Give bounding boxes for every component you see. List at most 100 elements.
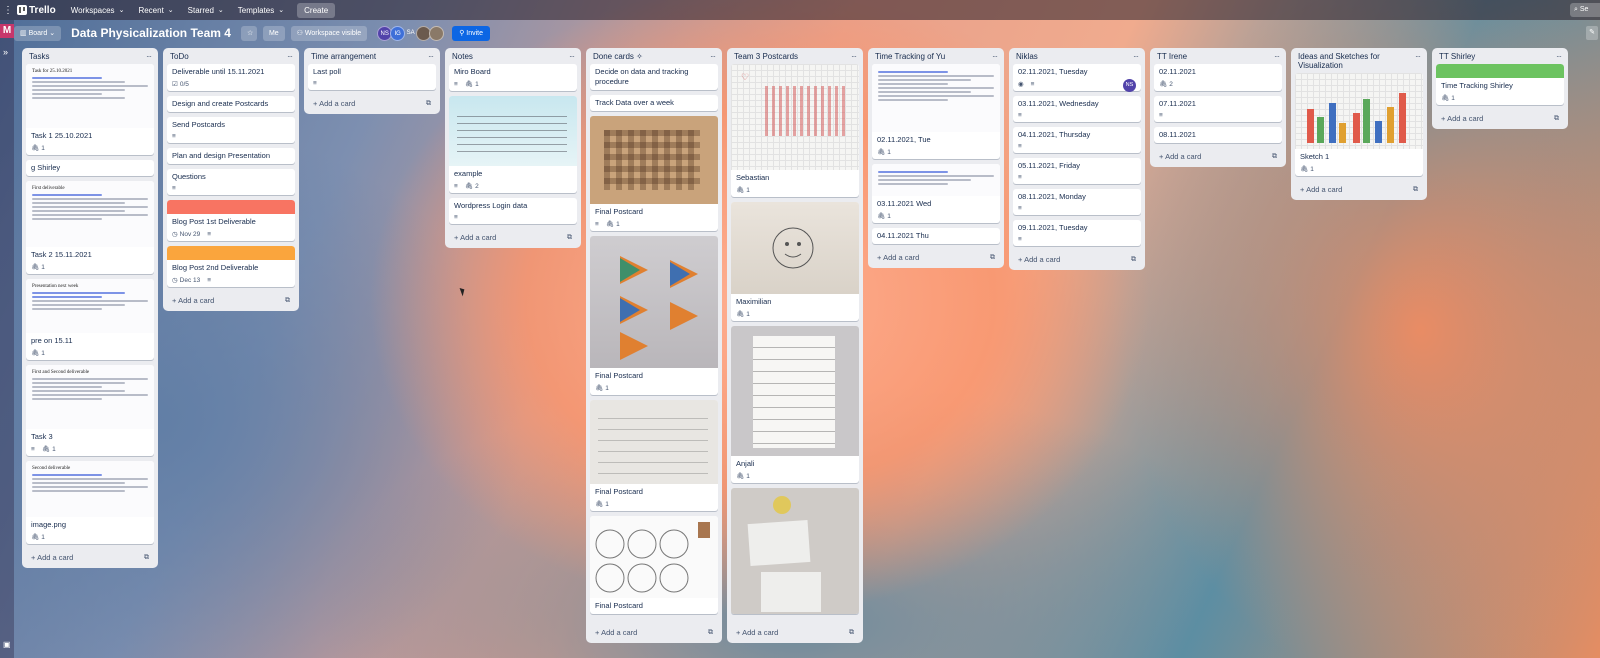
list-title[interactable]: Tasks: [29, 52, 49, 61]
avatar[interactable]: NS: [1123, 79, 1136, 92]
list-item[interactable]: Miro Board ≡ 🖇 1: [449, 64, 577, 91]
list-header[interactable]: Notes ···: [449, 48, 577, 64]
list-item[interactable]: 03.11.2021 Wed 🖇 1: [872, 164, 1000, 223]
add-card-button[interactable]: + Add a card ⧉: [449, 229, 577, 244]
card-template-icon[interactable]: ⧉: [1554, 115, 1559, 123]
visibility-button[interactable]: ⚇ Workspace visible: [290, 25, 368, 41]
list-menu-icon[interactable]: ···: [287, 52, 293, 61]
list-item[interactable]: 08.11.2021, Monday ≡: [1013, 189, 1141, 215]
list-item[interactable]: First and Second deliverable Task 3 ≡ 🖇 1: [26, 365, 154, 456]
list-item[interactable]: Blog Post 2nd Deliverable ◷ Dec 13 ≡: [167, 246, 295, 287]
list-header[interactable]: ToDo ···: [167, 48, 295, 64]
list-item[interactable]: Maximilian 🖇 1: [731, 202, 859, 321]
list-header[interactable]: Time Tracking of Yu ···: [872, 48, 1000, 64]
list-item[interactable]: 04.11.2021 Thu: [872, 228, 1000, 244]
list-item[interactable]: Wordpress Login data ≡: [449, 198, 577, 224]
list-item[interactable]: Second deliverable image.png 🖇 1: [26, 461, 154, 544]
list-item[interactable]: Final Postcard: [590, 516, 718, 614]
list-menu-icon[interactable]: ···: [146, 52, 152, 61]
list-item[interactable]: Design and create Postcards: [167, 96, 295, 112]
list-header[interactable]: Done cards ✧ ···: [590, 48, 718, 64]
list-item[interactable]: Send Postcards ≡: [167, 117, 295, 143]
list-item[interactable]: Track Data over a week: [590, 95, 718, 111]
list-item[interactable]: g Shirley: [26, 160, 154, 176]
star-board-icon[interactable]: ☆: [240, 25, 257, 41]
card-template-icon[interactable]: ⧉: [1413, 186, 1418, 194]
list-header[interactable]: Team 3 Postcards ···: [731, 48, 859, 64]
templates-menu[interactable]: Templates ⌄: [231, 2, 291, 18]
trello-logo[interactable]: Trello: [17, 5, 56, 16]
app-switcher-icon[interactable]: ⋮⋮: [3, 5, 23, 16]
list-item[interactable]: Final Postcard 🖇 1: [590, 236, 718, 395]
list-item[interactable]: Plan and design Presentation: [167, 148, 295, 164]
card-template-icon[interactable]: ⧉: [990, 254, 995, 262]
list-header[interactable]: Ideas and Sketches for Visualization ···: [1295, 48, 1423, 73]
list-item[interactable]: 08.11.2021: [1154, 127, 1282, 143]
board-view-switcher[interactable]: ▥ Board ⌄: [14, 25, 62, 41]
starred-menu[interactable]: Starred ⌄: [181, 2, 231, 18]
list-menu-icon[interactable]: ···: [428, 52, 434, 61]
list-item[interactable]: Deliverable until 15.11.2021 ☑ 0/5: [167, 64, 295, 91]
add-card-button[interactable]: + Add a card ⧉: [1013, 251, 1141, 266]
list-title[interactable]: Done cards: [593, 52, 634, 61]
list-item[interactable]: example ≡ 🖇 2: [449, 96, 577, 193]
list-title[interactable]: ToDo: [170, 52, 189, 61]
card-template-icon[interactable]: ⧉: [144, 554, 149, 562]
list-title[interactable]: TT Irene: [1157, 52, 1187, 61]
list-title[interactable]: Ideas and Sketches for Visualization: [1298, 52, 1403, 70]
card-template-icon[interactable]: ⧉: [285, 297, 290, 305]
list-item[interactable]: First deliverable Task 2 15.11.2021 🖇 1: [26, 181, 154, 274]
feedback-icon[interactable]: ▣: [3, 640, 11, 649]
list-item[interactable]: Final Postcard 🖇 1: [590, 400, 718, 511]
list-header[interactable]: Time arrangement ···: [308, 48, 436, 64]
list-item[interactable]: 02.11.2021 🖇 2: [1154, 64, 1282, 91]
list-header[interactable]: TT Irene ···: [1154, 48, 1282, 64]
list-item[interactable]: [731, 488, 859, 614]
add-card-button[interactable]: + Add a card ⧉: [26, 549, 154, 564]
list-title[interactable]: Time Tracking of Yu: [875, 52, 945, 61]
list-item[interactable]: Last poll ≡: [308, 64, 436, 90]
workspace-badge[interactable]: M: [0, 24, 14, 38]
list-item[interactable]: 02.11.2021, Tue 🖇 1: [872, 64, 1000, 159]
list-menu-icon[interactable]: ···: [1415, 52, 1421, 61]
add-card-button[interactable]: + Add a card ⧉: [1154, 148, 1282, 163]
card-template-icon[interactable]: ⧉: [1131, 256, 1136, 264]
list-header[interactable]: Tasks ···: [26, 48, 154, 64]
list-menu-icon[interactable]: ···: [851, 52, 857, 61]
add-card-button[interactable]: + Add a card ⧉: [167, 292, 295, 307]
me-filter-button[interactable]: Me: [262, 25, 285, 41]
add-card-button[interactable]: + Add a card ⧉: [1436, 110, 1564, 125]
list-item[interactable]: 02.11.2021, Tuesday ◉ ≡ NS: [1013, 64, 1141, 92]
list-menu-icon[interactable]: ···: [992, 52, 998, 61]
add-card-button[interactable]: + Add a card ⧉: [731, 624, 859, 639]
card-template-icon[interactable]: ⧉: [1272, 153, 1277, 161]
list-title[interactable]: Time arrangement: [311, 52, 376, 61]
add-card-button[interactable]: + Add a card ⧉: [590, 624, 718, 639]
list-title[interactable]: TT Shirley: [1439, 52, 1475, 61]
list-item[interactable]: Anjali 🖇 1: [731, 326, 859, 483]
list-item[interactable]: Decide on data and tracking procedure: [590, 64, 718, 90]
card-template-icon[interactable]: ⧉: [426, 100, 431, 108]
list-item[interactable]: 04.11.2021, Thursday ≡: [1013, 127, 1141, 153]
list-menu-icon[interactable]: ···: [1133, 52, 1139, 61]
list-item[interactable]: Blog Post 1st Deliverable ◷ Nov 29 ≡: [167, 200, 295, 241]
card-template-icon[interactable]: ⧉: [849, 629, 854, 637]
card-template-icon[interactable]: ⧉: [708, 629, 713, 637]
list-menu-icon[interactable]: ···: [710, 52, 716, 61]
workspaces-menu[interactable]: Workspaces ⌄: [64, 2, 132, 18]
list-item[interactable]: Sketch 1 🖇 1: [1295, 73, 1423, 176]
create-button[interactable]: Create: [297, 2, 336, 18]
member-avatar[interactable]: [429, 25, 445, 41]
list-title[interactable]: Niklas: [1016, 52, 1038, 61]
card-template-icon[interactable]: ⧉: [567, 234, 572, 242]
list-item[interactable]: Time Tracking Shirley 🖇 1: [1436, 64, 1564, 105]
list-item[interactable]: 05.11.2021, Friday ≡: [1013, 158, 1141, 184]
search-input[interactable]: ⌕ Se: [1570, 3, 1600, 17]
list-item[interactable]: 09.11.2021, Tuesday ≡: [1013, 220, 1141, 246]
board-title[interactable]: Data Physicalization Team 4: [71, 26, 231, 40]
add-card-button[interactable]: + Add a card ⧉: [872, 249, 1000, 264]
list-item[interactable]: Questions ≡: [167, 169, 295, 195]
list-menu-icon[interactable]: ···: [569, 52, 575, 61]
invite-button[interactable]: ⚲ Invite: [452, 25, 491, 41]
list-item[interactable]: 03.11.2021, Wednesday ≡: [1013, 96, 1141, 122]
